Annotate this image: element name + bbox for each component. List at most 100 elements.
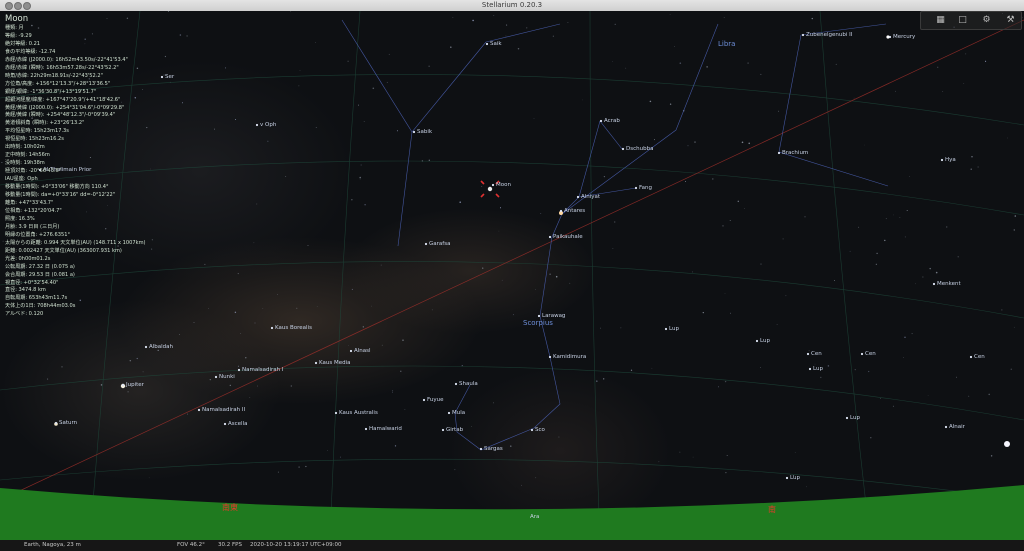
faint-star (794, 451, 796, 453)
faint-star (521, 484, 522, 486)
faint-star (505, 35, 507, 37)
star-label[interactable]: Kamidimura (553, 354, 586, 361)
star-label[interactable]: Ascella (228, 421, 247, 428)
star-label[interactable]: Dschubba (626, 146, 653, 153)
star-label[interactable]: Moon (496, 182, 511, 189)
star-dot (144, 345, 148, 349)
star-label[interactable]: Antares (564, 208, 585, 215)
fov-readout: FOV 46.2° (177, 542, 205, 548)
faint-star (237, 365, 239, 367)
faint-star (386, 81, 388, 83)
star-dot (214, 375, 218, 379)
faint-star (535, 477, 537, 479)
star-label[interactable]: Sabik (417, 129, 432, 136)
star-label[interactable]: Jupiter (126, 382, 144, 389)
star-dot (634, 186, 638, 190)
star-label[interactable]: Shaula (459, 381, 478, 388)
faint-star (290, 11, 292, 12)
star-label[interactable]: Lup (669, 326, 679, 333)
faint-star (179, 334, 181, 335)
faint-star (929, 267, 931, 270)
star-label[interactable]: Menkent (937, 281, 961, 288)
star-label[interactable]: Paikauhale (553, 234, 583, 241)
star-label[interactable]: Sargas (484, 446, 503, 453)
star-label[interactable]: Alniyat (581, 194, 600, 201)
star-label[interactable]: Ser (165, 74, 174, 81)
star-label[interactable]: Kaus Media (319, 360, 351, 367)
star-label[interactable]: Hya (945, 157, 956, 164)
star-label[interactable]: v Oph (260, 122, 276, 129)
star-dot (969, 355, 973, 359)
trash-icon[interactable]: ▦ (935, 15, 946, 26)
star-label[interactable]: Garafsa (429, 241, 450, 248)
star-label[interactable]: Nunki (219, 374, 235, 381)
faint-star (142, 371, 144, 373)
faint-star (517, 47, 520, 50)
star-label[interactable]: Alnair (949, 424, 965, 431)
faint-star (179, 34, 182, 36)
star-label[interactable]: Fuyue (427, 397, 443, 404)
star-label[interactable]: Girtab (446, 427, 463, 434)
star-label[interactable]: Sco (535, 427, 545, 434)
star-dot (664, 327, 668, 331)
faint-star (957, 256, 959, 258)
star-label[interactable]: Namalsadirah II (202, 407, 245, 414)
faint-star (428, 159, 430, 161)
star-label[interactable]: Lup (850, 415, 860, 422)
star-label[interactable]: Saturn (59, 420, 77, 427)
star-label[interactable]: Mercury (893, 34, 915, 41)
star-label[interactable]: Kaus Australis (339, 410, 378, 417)
object-info-line: 月齢: 3.9 日目 (三日月) (5, 223, 60, 230)
faint-star (820, 376, 822, 379)
star-label[interactable]: Brachium (782, 150, 808, 157)
object-info-line: 移動量(1時間): da=+0°33'16" dd=-0°12'22" (5, 192, 116, 199)
star-label[interactable]: Lup (760, 338, 770, 345)
star-label[interactable]: Fang (639, 185, 652, 192)
faint-star (358, 104, 360, 106)
constellation-label: Scorpius (523, 319, 553, 327)
faint-star (654, 139, 655, 141)
star-label[interactable]: Albaldah (149, 344, 173, 351)
faint-star (985, 60, 987, 62)
star-label[interactable]: Lup (813, 366, 823, 373)
star-dot (447, 411, 451, 415)
star-label[interactable]: Lup (790, 475, 800, 482)
window-icon[interactable]: □ (957, 15, 968, 26)
star-dot (806, 352, 810, 356)
faint-star (428, 65, 430, 67)
star-label[interactable]: Kaus Borealis (275, 325, 312, 332)
faint-star (963, 82, 965, 84)
sky-view[interactable]: Saik Zubenelgenubi II Mercury Ser v Oph Sabik… (0, 11, 1024, 540)
faint-star (452, 17, 454, 19)
star-dot (599, 119, 603, 123)
object-info-line: アルベド: 0.120 (5, 311, 44, 318)
faint-star (968, 395, 970, 397)
star-label[interactable]: Cen (865, 351, 876, 358)
star-label[interactable]: Namalsadirah I (242, 367, 283, 374)
star-dot (801, 33, 805, 37)
faint-star (360, 164, 362, 166)
star-label[interactable]: Cen (974, 354, 985, 361)
star-label[interactable]: Zubenelgenubi II (806, 32, 852, 39)
star-label[interactable]: Mula (452, 410, 465, 417)
star-label[interactable]: Ara (530, 514, 539, 521)
star-label[interactable]: Hamalwarid (369, 426, 402, 433)
faint-star (729, 220, 731, 222)
faint-star (834, 280, 835, 281)
star-dot (485, 42, 489, 46)
faint-star (558, 436, 560, 438)
faint-star (100, 384, 103, 386)
star-label[interactable]: Cen (811, 351, 822, 358)
faint-star (988, 393, 990, 396)
object-info-line: 等級: -9.29 (5, 32, 32, 39)
star-label[interactable]: Saik (490, 41, 502, 48)
star-label[interactable]: Acrab (604, 118, 620, 125)
star-dot (334, 411, 338, 415)
gear-icon[interactable]: ⚙ (981, 15, 992, 26)
star-label[interactable]: Alnasl (354, 348, 371, 355)
wrench-icon[interactable]: ⚒ (1005, 15, 1016, 26)
fps-readout: 30.2 FPS (218, 542, 242, 548)
star-dot (54, 421, 58, 425)
faint-star (364, 204, 366, 206)
star-dot (548, 235, 552, 239)
